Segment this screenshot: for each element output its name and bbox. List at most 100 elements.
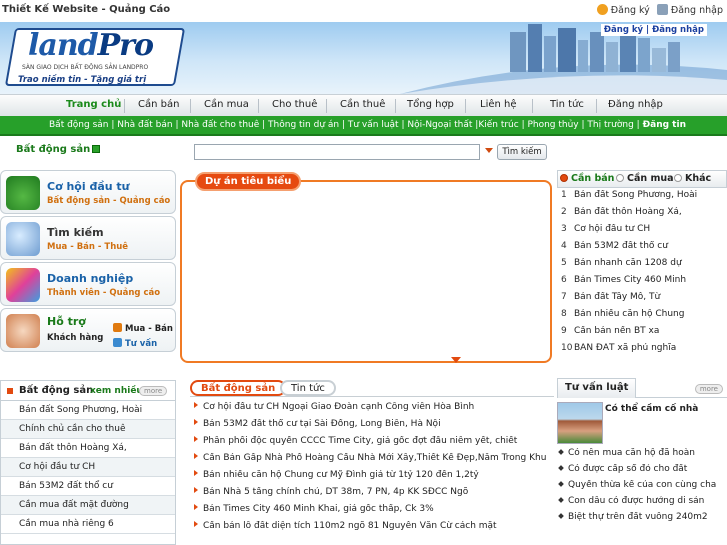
list-item[interactable]: Bán đất Song Phương, Hoài — [1, 401, 175, 420]
list-item[interactable]: Chính chủ cần cho thuê — [1, 420, 175, 439]
nav-item-home[interactable]: Trang chủ — [66, 99, 121, 110]
consult-item[interactable]: Có được cấp sổ đỏ cho đất — [557, 464, 727, 480]
tab-tin-tuc[interactable]: Tin tức — [280, 380, 336, 396]
item-link[interactable]: Bán đất Tây Mỗ, Từ — [571, 292, 660, 302]
login-link[interactable]: Đăng nhập — [671, 5, 723, 16]
consult-link[interactable]: Có nên mua căn hộ đã hoàn — [568, 448, 695, 458]
news-item[interactable]: Phân phối độc quyền CCCC Time City, giá … — [194, 436, 554, 453]
news-item[interactable]: Bán Nhà 5 tầng chính chủ, DT 38m, 7 PN, … — [194, 487, 554, 504]
category-toggle-icon[interactable] — [92, 145, 101, 153]
news-link[interactable]: Cơ hội đầu tư CH Ngoại Giao Đoàn cạnh Cô… — [203, 402, 474, 412]
box-doanh-nghiep[interactable]: Doanh nghiệp Thành viên - Quảng cáo — [0, 262, 176, 306]
house-thumbnail-image[interactable] — [557, 402, 603, 444]
nav-item-lien-he[interactable]: Liên hệ — [480, 99, 517, 110]
logo[interactable]: landPro — [28, 28, 154, 63]
list-item[interactable]: 1 Bán đất Song Phương, Hoài — [557, 190, 727, 207]
list-item[interactable]: 9 Cần bán nền BT xa — [557, 326, 727, 343]
news-link[interactable]: Phân phối độc quyền CCCC Time City, giá … — [203, 436, 517, 446]
box-title[interactable]: Doanh nghiệp — [47, 272, 133, 285]
list-item[interactable]: 2 Bán đất thôn Hoàng Xá, — [557, 207, 727, 224]
box-title[interactable]: Tìm kiếm — [47, 226, 104, 239]
item-link[interactable]: Bán nhanh căn 1208 dự — [571, 258, 682, 268]
tab-tu-van-luat[interactable]: Tư vấn luật — [557, 378, 637, 398]
news-item[interactable]: Bán 53M2 đất thổ cư tại Sài Đồng, Long B… — [194, 419, 554, 436]
nav-item-tin-tuc[interactable]: Tin tức — [550, 99, 584, 110]
consult-link[interactable]: Quyền thừa kế của con cùng cha — [568, 480, 716, 490]
news-item[interactable]: Cần Bán Gấp Nhà Phố Hoàng Cầu Nhà Mới Xâ… — [194, 453, 554, 470]
search-button[interactable]: Tìm kiếm — [497, 144, 547, 160]
box-ho-tro[interactable]: Hỗ trợ Khách hàng Mua - Bán Tư vấn — [0, 308, 176, 352]
consult-featured-link[interactable]: Có thể cầm cố nhà — [605, 404, 698, 414]
consult-item[interactable]: Quyền thừa kế của con cùng cha — [557, 480, 727, 496]
news-link[interactable]: Bán 53M2 đất thổ cư tại Sài Đồng, Long B… — [203, 419, 441, 429]
consult-item[interactable]: Con dâu có được hưởng di sản — [557, 496, 727, 512]
news-link[interactable]: Cần Bán Gấp Nhà Phố Hoàng Cầu Nhà Mới Xâ… — [203, 453, 546, 463]
list-item[interactable]: 10 BÁN ĐẤT xã phú nghĩa — [557, 343, 727, 360]
list-item[interactable]: Bán 53M2 đất thổ cư — [1, 477, 175, 496]
more-button[interactable]: more — [139, 386, 168, 396]
nav-item-cho-thue[interactable]: Cho thuê — [272, 99, 317, 110]
featured-projects-tab[interactable]: Dự án tiêu biểu — [195, 172, 302, 191]
item-link[interactable]: Cần bán nền BT xa — [571, 326, 659, 336]
sub-nav-selected[interactable]: Đăng tin — [643, 120, 686, 130]
item-link[interactable]: Bán Times City 460 Minh — [571, 275, 686, 285]
list-item[interactable]: 7 Bán đất Tây Mỗ, Từ — [557, 292, 727, 309]
more-button[interactable]: more — [694, 384, 723, 394]
nav-item-can-ban[interactable]: Cần bán — [138, 99, 179, 110]
news-item[interactable]: Cần bán lô đất diện tích 110m2 ngõ 81 Ng… — [194, 521, 554, 538]
support-buy-sell[interactable]: Mua - Bán — [113, 323, 173, 334]
site-title[interactable]: Thiết Kế Website - Quảng Cáo — [2, 4, 170, 15]
list-item[interactable]: Cần mua nhà riêng 6 — [1, 515, 175, 534]
header-login-link[interactable]: Đăng nhập — [652, 25, 704, 35]
box-tim-kiem[interactable]: Tìm kiếm Mua - Bán - Thuê — [0, 216, 176, 260]
consult-item[interactable]: Có nên mua căn hộ đã hoàn — [557, 448, 727, 464]
tab-can-ban[interactable]: Cần bán — [560, 173, 614, 184]
search-input[interactable] — [194, 144, 480, 160]
news-link[interactable]: Cần bán lô đất diện tích 110m2 ngõ 81 Ng… — [203, 521, 497, 531]
news-item[interactable]: Cơ hội đầu tư CH Ngoại Giao Đoàn cạnh Cô… — [194, 402, 554, 419]
header-register-link[interactable]: Đăng ký — [604, 25, 643, 35]
panel-title[interactable]: Bất động sản — [19, 385, 93, 396]
tab-khac[interactable]: Khác — [674, 173, 711, 184]
news-link[interactable]: Bán Nhà 5 tầng chính chủ, DT 38m, 7 PN, … — [203, 487, 468, 497]
news-item[interactable]: Bán Times City 460 Minh Khai, giá gốc th… — [194, 504, 554, 521]
support-consult[interactable]: Tư vấn — [113, 338, 157, 349]
list-item[interactable]: 4 Bán 53M2 đất thổ cư — [557, 241, 727, 258]
list-item[interactable]: Bán đất thôn Hoàng Xá, — [1, 439, 175, 458]
tab-bat-dong-san[interactable]: Bất động sản — [190, 380, 287, 396]
item-link[interactable]: BÁN ĐẤT xã phú nghĩa — [571, 343, 676, 353]
nav-item-can-thue[interactable]: Cần thuê — [340, 99, 385, 110]
news-link[interactable]: Bán nhiều căn hộ Chung cư Mỹ Đình giá từ… — [203, 470, 479, 480]
consult-link[interactable]: Con dâu có được hưởng di sản — [568, 496, 704, 506]
expand-arrow-icon[interactable] — [451, 357, 461, 363]
category-label[interactable]: Bất động sản — [16, 144, 101, 155]
sub-nav-items[interactable]: Bất động sản | Nhà đất bán | Nhà đất cho… — [49, 120, 643, 130]
box-title[interactable]: Cơ hội đầu tư — [47, 180, 130, 193]
item-link[interactable]: Bán nhiều căn hộ Chung — [571, 309, 684, 319]
item-link[interactable]: Bán 53M2 đất thổ cư — [571, 241, 668, 251]
sub-nav-links[interactable]: Bất động sản | Nhà đất bán | Nhà đất cho… — [49, 120, 686, 130]
list-item[interactable]: 6 Bán Times City 460 Minh — [557, 275, 727, 292]
box-co-hoi-dau-tu[interactable]: Cơ hội đầu tư Bất động sản - Quảng cáo — [0, 170, 176, 214]
list-item[interactable]: 5 Bán nhanh căn 1208 dự — [557, 258, 727, 275]
item-link[interactable]: Bán đất Song Phương, Hoài — [571, 190, 697, 200]
nav-item-tong-hop[interactable]: Tổng hợp — [407, 99, 454, 110]
register-link[interactable]: Đăng ký — [611, 5, 650, 16]
list-item[interactable]: Cơ hội đầu tư CH — [1, 458, 175, 477]
list-item[interactable]: Cần mua đất mặt đường — [1, 496, 175, 515]
consult-item[interactable]: Biệt thự trên đất vuông 240m2 — [557, 512, 727, 528]
box-title[interactable]: Hỗ trợ — [47, 315, 86, 328]
consult-link[interactable]: Có được cấp sổ đỏ cho đất — [568, 464, 687, 474]
more-link[interactable]: xem nhiều — [90, 386, 143, 396]
search-dropdown-arrow-icon[interactable] — [485, 148, 493, 153]
nav-item-can-mua[interactable]: Cần mua — [204, 99, 249, 110]
news-link[interactable]: Bán Times City 460 Minh Khai, giá gốc th… — [203, 504, 434, 514]
item-link[interactable]: Cơ hội đầu tư CH — [571, 224, 650, 234]
tab-can-mua[interactable]: Cần mua — [616, 173, 674, 184]
news-item[interactable]: Bán nhiều căn hộ Chung cư Mỹ Đình giá từ… — [194, 470, 554, 487]
nav-item-dang-nhap[interactable]: Đăng nhập — [608, 99, 663, 110]
item-link[interactable]: Bán đất thôn Hoàng Xá, — [571, 207, 682, 217]
consult-link[interactable]: Biệt thự trên đất vuông 240m2 — [568, 512, 708, 522]
list-item[interactable]: 8 Bán nhiều căn hộ Chung — [557, 309, 727, 326]
list-item[interactable]: 3 Cơ hội đầu tư CH — [557, 224, 727, 241]
